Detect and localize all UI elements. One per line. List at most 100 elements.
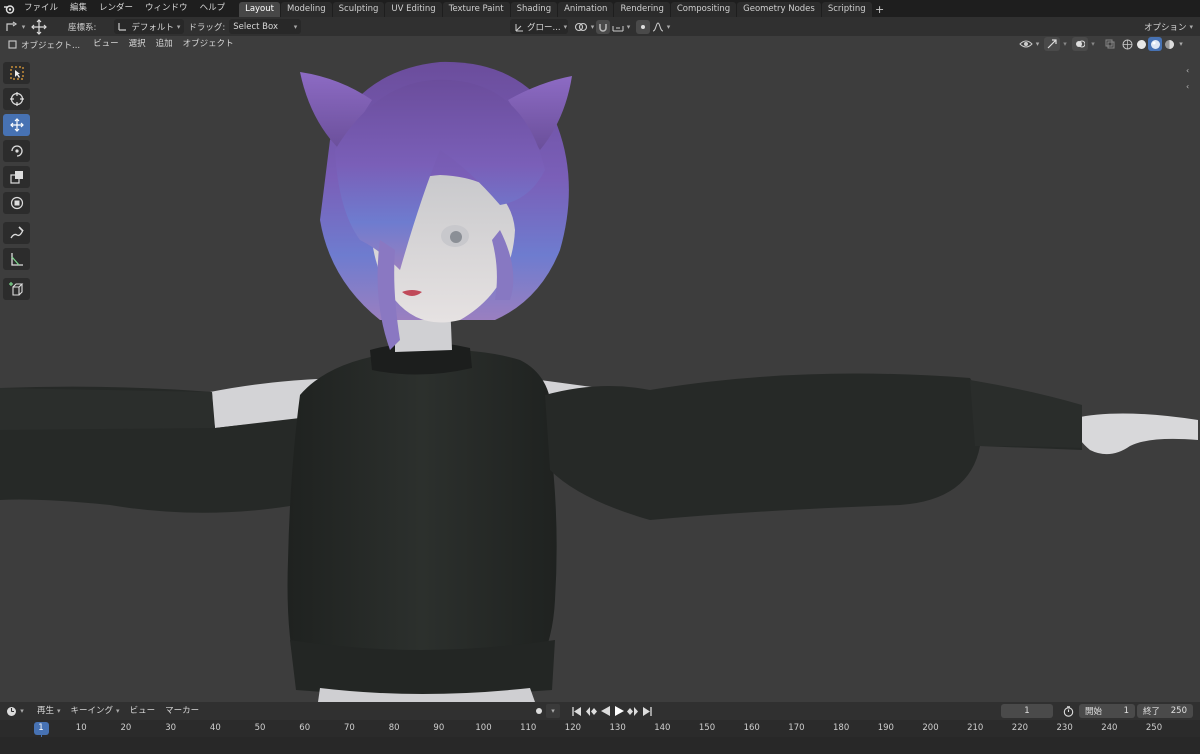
- tab-rendering[interactable]: Rendering: [614, 2, 670, 17]
- 3d-viewport[interactable]: ‹ ‹: [0, 36, 1200, 702]
- chevron-down-icon[interactable]: ▾: [1088, 40, 1098, 48]
- snap-target-icon[interactable]: ▾: [610, 22, 632, 32]
- chevron-left-icon[interactable]: ‹: [1186, 82, 1196, 92]
- chevron-down-icon: ▾: [176, 22, 181, 31]
- rotate-tool[interactable]: [3, 140, 30, 162]
- jump-start-icon[interactable]: [570, 706, 584, 716]
- mode-dropdown[interactable]: オブジェクト...: [4, 37, 84, 52]
- tab-uv-editing[interactable]: UV Editing: [385, 2, 442, 17]
- menu-render[interactable]: レンダー: [93, 0, 139, 17]
- gizmo-toggle-icon[interactable]: [1044, 37, 1060, 51]
- timeline-area[interactable]: 1 10 20 30 40 50 60 70 80 90 100 110 120 130 140 150 160…: [0, 720, 1200, 754]
- timeline-tick-label: 50: [254, 723, 266, 733]
- material-shading-icon[interactable]: [1148, 37, 1162, 51]
- options-dropdown[interactable]: オプション ▾: [1140, 19, 1196, 34]
- record-keyframe-icon[interactable]: [532, 704, 546, 718]
- menu-object[interactable]: オブジェクト: [178, 37, 239, 52]
- annotate-tool[interactable]: [3, 222, 30, 244]
- menu-timeline-view[interactable]: ビュー: [125, 704, 161, 719]
- move-icon: [9, 118, 24, 132]
- annotate-pencil-icon: [9, 226, 24, 239]
- end-frame-value: 250: [1170, 706, 1187, 716]
- timeline-tick-label: 130: [609, 723, 626, 733]
- tab-scripting[interactable]: Scripting: [821, 2, 872, 17]
- drag-value: Select Box: [233, 21, 278, 32]
- menu-marker[interactable]: マーカー: [160, 704, 204, 719]
- tool-shelf: [3, 62, 33, 304]
- tab-texture-paint[interactable]: Texture Paint: [442, 2, 510, 17]
- add-cube-tool[interactable]: [3, 278, 30, 300]
- timeline-tick-label: 30: [165, 723, 177, 733]
- drag-dropdown[interactable]: Select Box ▾: [229, 19, 302, 34]
- timeline-tick-label: 40: [209, 723, 221, 733]
- add-workspace-button[interactable]: +: [873, 2, 887, 17]
- tab-compositing[interactable]: Compositing: [670, 2, 737, 17]
- next-keyframe-icon[interactable]: [626, 706, 640, 716]
- menu-help[interactable]: ヘルプ: [194, 0, 232, 17]
- tab-layout[interactable]: Layout: [239, 2, 280, 17]
- timeline-tick-label: 10: [75, 723, 87, 733]
- menu-edit[interactable]: 編集: [64, 0, 93, 17]
- menu-window[interactable]: ウィンドウ: [139, 0, 194, 17]
- transform-pivot-icon[interactable]: ▾: [4, 21, 26, 33]
- rendered-shading-icon[interactable]: [1162, 39, 1176, 50]
- solid-shading-icon[interactable]: [1134, 39, 1148, 50]
- menu-file[interactable]: ファイル: [18, 0, 64, 17]
- chevron-down-icon[interactable]: ▾: [546, 704, 560, 718]
- cursor-tool[interactable]: [3, 88, 30, 110]
- drag-label: ドラッグ:: [188, 22, 226, 33]
- timeline-tick-label: 200: [922, 723, 939, 733]
- chevron-down-icon: ▾: [563, 22, 568, 31]
- transform-orientation-dropdown[interactable]: グロー... ▾: [510, 19, 568, 34]
- tool-header: ▾ 座標系: デフォルト ▾ ドラッグ: Select Box ▾ グロー...…: [0, 17, 1200, 36]
- menu-select[interactable]: 選択: [124, 37, 151, 52]
- menu-view[interactable]: ビュー: [88, 37, 124, 52]
- timeline-tick-label: 90: [433, 723, 445, 733]
- falloff-curve-icon[interactable]: ▾: [650, 21, 672, 32]
- scale-icon: [9, 171, 23, 184]
- blender-logo-icon[interactable]: [0, 0, 18, 17]
- tab-sculpting[interactable]: Sculpting: [332, 2, 385, 17]
- menu-playback[interactable]: 再生 ▾: [32, 704, 66, 719]
- timeline-editor-icon[interactable]: ▾: [4, 706, 26, 717]
- sidebar-toggle-strip[interactable]: ‹ ‹: [1186, 66, 1196, 126]
- current-frame-field[interactable]: 1: [1001, 704, 1053, 718]
- select-box-icon: [9, 66, 24, 80]
- tab-shading[interactable]: Shading: [510, 2, 558, 17]
- measure-tool[interactable]: [3, 248, 30, 270]
- start-frame-label: 開始: [1085, 707, 1103, 717]
- menu-keying[interactable]: キーイング ▾: [66, 704, 125, 719]
- timeline-tick-label: 110: [520, 723, 537, 733]
- transform-tool[interactable]: [3, 192, 30, 214]
- select-box-tool[interactable]: [3, 62, 30, 84]
- tab-geometry-nodes[interactable]: Geometry Nodes: [737, 2, 821, 17]
- move-tool[interactable]: [3, 114, 30, 136]
- xray-icon[interactable]: [1102, 39, 1118, 49]
- tab-modeling[interactable]: Modeling: [280, 2, 332, 17]
- orientation-dropdown[interactable]: デフォルト ▾: [114, 19, 185, 34]
- wireframe-shading-icon[interactable]: [1120, 39, 1134, 50]
- jump-end-icon[interactable]: [640, 706, 654, 716]
- timeline-tick-label: 170: [788, 723, 805, 733]
- chevron-left-icon[interactable]: ‹: [1186, 66, 1196, 76]
- visibility-eye-icon[interactable]: ▾: [1018, 39, 1040, 49]
- start-frame-field[interactable]: 開始 1: [1079, 704, 1135, 718]
- snap-magnet-icon[interactable]: [596, 19, 610, 34]
- play-icon[interactable]: [612, 706, 626, 716]
- end-frame-field[interactable]: 終了 250: [1137, 704, 1193, 718]
- object-mode-icon: [8, 40, 17, 49]
- prev-keyframe-icon[interactable]: [584, 706, 598, 716]
- tab-animation[interactable]: Animation: [558, 2, 614, 17]
- menu-add[interactable]: 追加: [151, 37, 178, 52]
- scale-tool[interactable]: [3, 166, 30, 188]
- timeline-tick-label: 100: [475, 723, 492, 733]
- play-reverse-icon[interactable]: [598, 706, 612, 716]
- pivot-point-icon[interactable]: ▾: [572, 22, 596, 32]
- stopwatch-icon[interactable]: [1057, 705, 1079, 717]
- overlays-icon[interactable]: [1072, 37, 1088, 51]
- chevron-down-icon: ▾: [293, 22, 298, 31]
- move-gizmo-icon[interactable]: [26, 18, 52, 35]
- chevron-down-icon[interactable]: ▾: [1060, 40, 1070, 48]
- proportional-edit-icon[interactable]: [636, 19, 650, 34]
- chevron-down-icon[interactable]: ▾: [1176, 40, 1186, 48]
